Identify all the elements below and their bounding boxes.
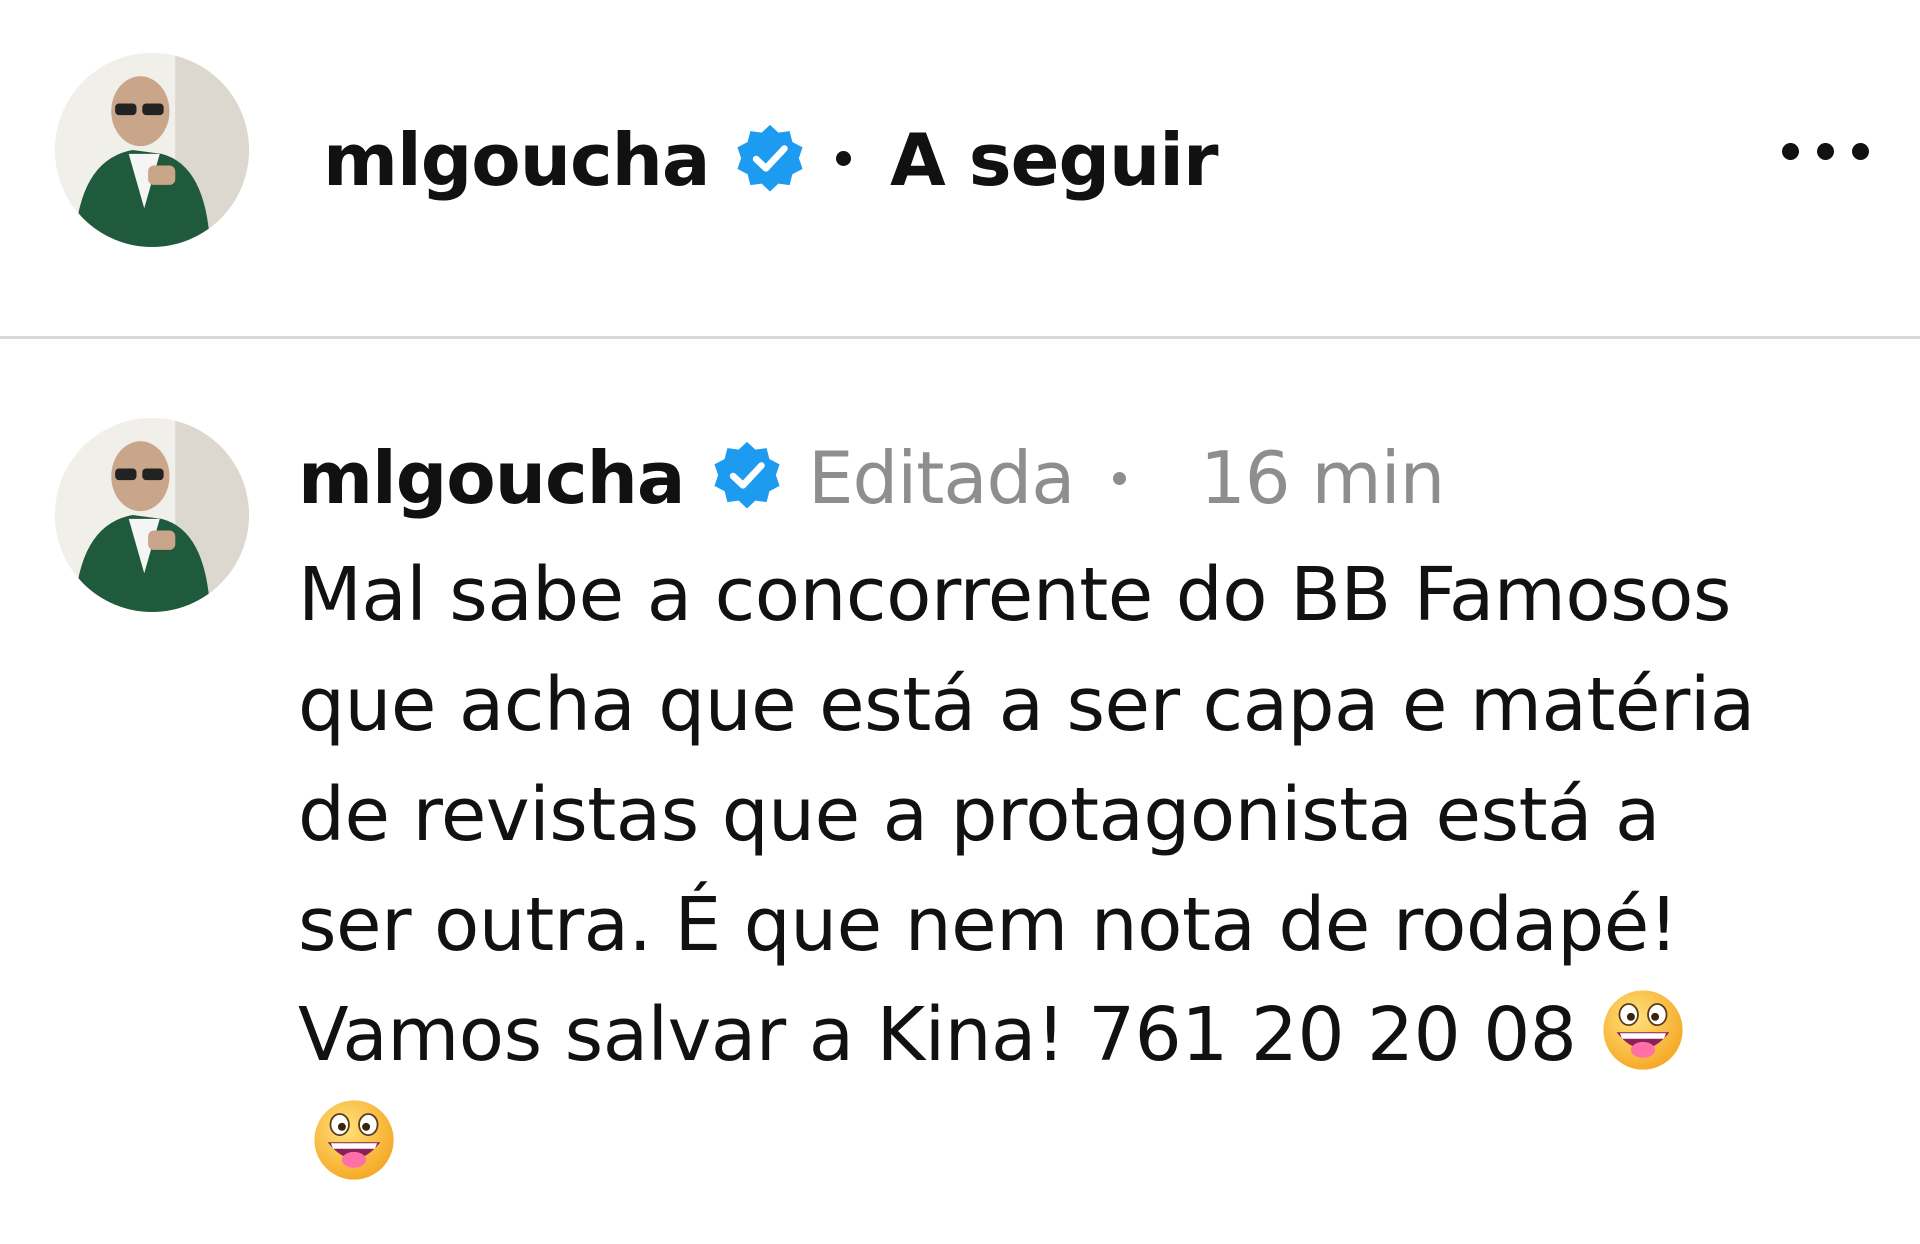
separator-dot bbox=[836, 151, 851, 166]
comment-text-line: ser outra. É que nem nota de rodapé! bbox=[298, 882, 1678, 968]
comment-text-line-with-emoji: Vamos salvar a Kina! 761 20 20 08 bbox=[298, 980, 1838, 1090]
comment-body: Mal sabe a concorrente do BB Famosos que… bbox=[298, 540, 1838, 1200]
instagram-post-screenshot: mlgoucha A seguir mlgoucha Editada 16 mi… bbox=[0, 0, 1920, 1244]
profile-photo-icon bbox=[55, 53, 249, 247]
separator-dot bbox=[1113, 472, 1126, 485]
following-button[interactable]: A seguir bbox=[890, 112, 1218, 208]
grinning-face-with-tongue-emoji-icon bbox=[310, 1096, 398, 1184]
comment-timestamp[interactable]: 16 min bbox=[1200, 430, 1445, 526]
comment-avatar[interactable] bbox=[55, 418, 249, 612]
comment-meta: mlgoucha Editada 16 min bbox=[298, 430, 1598, 526]
verified-badge-icon bbox=[714, 441, 780, 509]
comment-text-line: que acha que está a ser capa e matéria bbox=[298, 662, 1755, 748]
comment-text-line: Mal sabe a concorrente do BB Famosos bbox=[298, 552, 1732, 638]
header-username[interactable]: mlgoucha bbox=[323, 112, 710, 208]
comment-text-line: de revistas que a protagonista está a bbox=[298, 772, 1660, 858]
edited-label: Editada bbox=[808, 436, 1075, 520]
post-header: mlgoucha A seguir bbox=[0, 0, 1920, 338]
comment-text-segment: Vamos salvar a Kina! 761 20 20 08 bbox=[298, 992, 1577, 1078]
header-divider bbox=[0, 336, 1920, 339]
comment-username[interactable]: mlgoucha bbox=[298, 430, 685, 526]
profile-photo-icon bbox=[55, 418, 249, 612]
header-avatar[interactable] bbox=[55, 53, 249, 247]
verified-badge-icon bbox=[737, 124, 803, 192]
more-options-icon[interactable] bbox=[1770, 128, 1880, 176]
comment-text-line-emoji bbox=[298, 1090, 1838, 1200]
grinning-face-with-tongue-emoji-icon bbox=[1599, 986, 1687, 1074]
